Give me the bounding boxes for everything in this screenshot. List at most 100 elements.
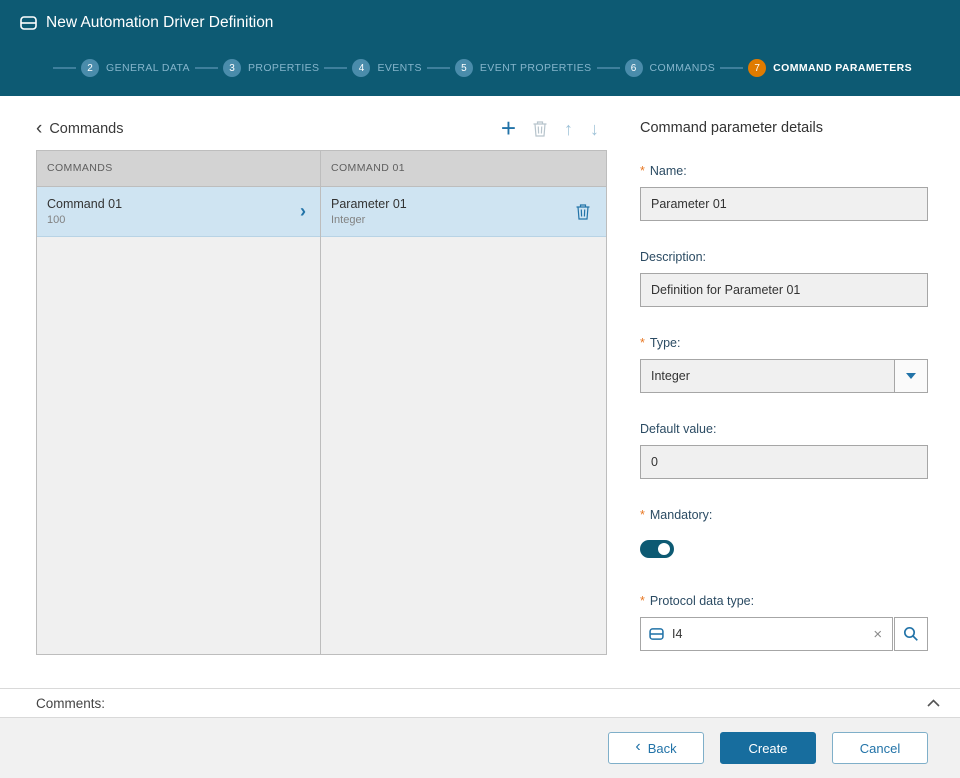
parameter-subtitle: Integer bbox=[331, 214, 570, 226]
step-label: COMMANDS bbox=[650, 62, 716, 74]
command-row-text: Command 01 100 bbox=[47, 197, 300, 226]
protocol-data-type-control: × bbox=[640, 617, 928, 651]
search-button[interactable] bbox=[894, 617, 928, 651]
type-label-text: Type: bbox=[650, 336, 681, 350]
protocol-data-type-inputbox[interactable]: × bbox=[640, 617, 893, 651]
dialog-footer: ‹ Back Create Cancel bbox=[0, 717, 960, 778]
clear-icon[interactable]: × bbox=[871, 627, 884, 642]
caret-down-icon bbox=[906, 373, 916, 379]
default-value-label: Default value: bbox=[640, 422, 928, 436]
collapse-comments-button[interactable] bbox=[922, 692, 944, 714]
create-button-label: Create bbox=[748, 741, 787, 756]
parameter-row-text: Parameter 01 Integer bbox=[331, 197, 570, 226]
mandatory-toggle[interactable] bbox=[640, 540, 674, 558]
required-marker: * bbox=[640, 508, 645, 522]
step-number-badge: 7 bbox=[748, 59, 766, 77]
name-label-text: Name: bbox=[650, 164, 687, 178]
step-properties[interactable]: 3 PROPERTIES bbox=[190, 59, 320, 77]
mandatory-label: * Mandatory: bbox=[640, 508, 928, 522]
step-command-parameters[interactable]: 7 COMMAND PARAMETERS bbox=[715, 59, 912, 77]
type-select[interactable]: Integer bbox=[640, 359, 928, 393]
step-label: PROPERTIES bbox=[248, 62, 320, 74]
description-label: Description: bbox=[640, 250, 928, 264]
step-connector bbox=[195, 67, 218, 69]
step-number-badge: 4 bbox=[352, 59, 370, 77]
details-panel-title: Command parameter details bbox=[640, 112, 928, 136]
step-number-badge: 5 bbox=[455, 59, 473, 77]
protocol-data-type-label-text: Protocol data type: bbox=[650, 594, 754, 608]
name-label: * Name: bbox=[640, 164, 928, 178]
default-value-field-group: Default value: bbox=[640, 422, 928, 479]
step-general-data[interactable]: 2 GENERAL DATA bbox=[48, 59, 190, 77]
parameter-row[interactable]: Parameter 01 Integer bbox=[321, 187, 606, 237]
commands-column: COMMANDS Command 01 100 › bbox=[37, 151, 321, 654]
wizard-stepper: 2 GENERAL DATA 3 PROPERTIES 4 EVENTS 5 E… bbox=[48, 59, 912, 77]
step-number-badge: 3 bbox=[223, 59, 241, 77]
step-number-badge: 2 bbox=[81, 59, 99, 77]
move-down-button[interactable]: ↓ bbox=[590, 120, 599, 138]
commands-heading: Commands bbox=[49, 121, 123, 137]
name-field-group: * Name: bbox=[640, 164, 928, 221]
toggle-knob bbox=[658, 543, 670, 555]
delete-button[interactable] bbox=[533, 121, 547, 137]
parameter-title: Parameter 01 bbox=[331, 197, 570, 211]
protocol-data-type-label: * Protocol data type: bbox=[640, 594, 928, 608]
required-marker: * bbox=[640, 164, 645, 178]
step-label: COMMAND PARAMETERS bbox=[773, 62, 912, 74]
search-icon bbox=[903, 626, 919, 642]
step-label: GENERAL DATA bbox=[106, 62, 190, 74]
type-field-group: * Type: Integer bbox=[640, 336, 928, 393]
default-value-input[interactable] bbox=[640, 445, 928, 479]
type-dropdown-button[interactable] bbox=[894, 360, 927, 392]
step-connector bbox=[597, 67, 620, 69]
add-button[interactable]: + bbox=[501, 115, 516, 141]
parameters-column: COMMAND 01 Parameter 01 Integer bbox=[321, 151, 606, 654]
command-subtitle: 100 bbox=[47, 214, 300, 226]
step-label: EVENTS bbox=[377, 62, 421, 74]
step-number-badge: 6 bbox=[625, 59, 643, 77]
mandatory-field-group: * Mandatory: bbox=[640, 508, 928, 558]
name-input[interactable] bbox=[640, 187, 928, 221]
type-label: * Type: bbox=[640, 336, 928, 350]
comments-section: Comments: bbox=[0, 688, 960, 717]
new-automation-driver-definition-window: New Automation Driver Definition 2 GENER… bbox=[0, 0, 960, 778]
type-select-value: Integer bbox=[641, 360, 894, 392]
description-field-group: Description: bbox=[640, 250, 928, 307]
step-connector bbox=[427, 67, 450, 69]
window-title: New Automation Driver Definition bbox=[46, 14, 273, 32]
step-label: EVENT PROPERTIES bbox=[480, 62, 592, 74]
command-row[interactable]: Command 01 100 › bbox=[37, 187, 320, 237]
chevron-left-icon: ‹ bbox=[635, 739, 640, 755]
titlebar: New Automation Driver Definition bbox=[0, 0, 960, 32]
create-button[interactable]: Create bbox=[720, 732, 816, 764]
step-connector bbox=[720, 67, 743, 69]
step-event-properties[interactable]: 5 EVENT PROPERTIES bbox=[422, 59, 592, 77]
mandatory-label-text: Mandatory: bbox=[650, 508, 713, 522]
move-up-button[interactable]: ↑ bbox=[564, 120, 573, 138]
back-button-label: Back bbox=[648, 741, 677, 756]
required-marker: * bbox=[640, 336, 645, 350]
comments-label: Comments: bbox=[36, 696, 922, 711]
step-events[interactable]: 4 EVENTS bbox=[319, 59, 421, 77]
description-label-text: Description: bbox=[640, 250, 706, 264]
driver-type-icon bbox=[649, 628, 664, 640]
cancel-button[interactable]: Cancel bbox=[832, 732, 928, 764]
commands-toolbar: + ↑ ↓ bbox=[501, 118, 607, 141]
step-commands[interactable]: 6 COMMANDS bbox=[592, 59, 716, 77]
default-value-label-text: Default value: bbox=[640, 422, 716, 436]
chevron-up-icon bbox=[927, 699, 940, 707]
command-parameter-details-panel: Command parameter details * Name: Descri… bbox=[640, 112, 928, 680]
protocol-data-type-field-group: * Protocol data type: × bbox=[640, 594, 928, 651]
chevron-left-icon: ‹ bbox=[36, 119, 42, 138]
command-title: Command 01 bbox=[47, 197, 300, 211]
wizard-header: New Automation Driver Definition 2 GENER… bbox=[0, 0, 960, 96]
chevron-right-icon: › bbox=[300, 201, 310, 222]
protocol-data-type-input[interactable] bbox=[672, 627, 871, 641]
commands-column-header: COMMANDS bbox=[37, 151, 320, 187]
commands-back-button[interactable]: ‹ Commands bbox=[36, 121, 123, 138]
back-button[interactable]: ‹ Back bbox=[608, 732, 704, 764]
description-input[interactable] bbox=[640, 273, 928, 307]
delete-parameter-button[interactable] bbox=[570, 200, 596, 224]
parameters-column-header: COMMAND 01 bbox=[321, 151, 606, 187]
cancel-button-label: Cancel bbox=[860, 741, 900, 756]
